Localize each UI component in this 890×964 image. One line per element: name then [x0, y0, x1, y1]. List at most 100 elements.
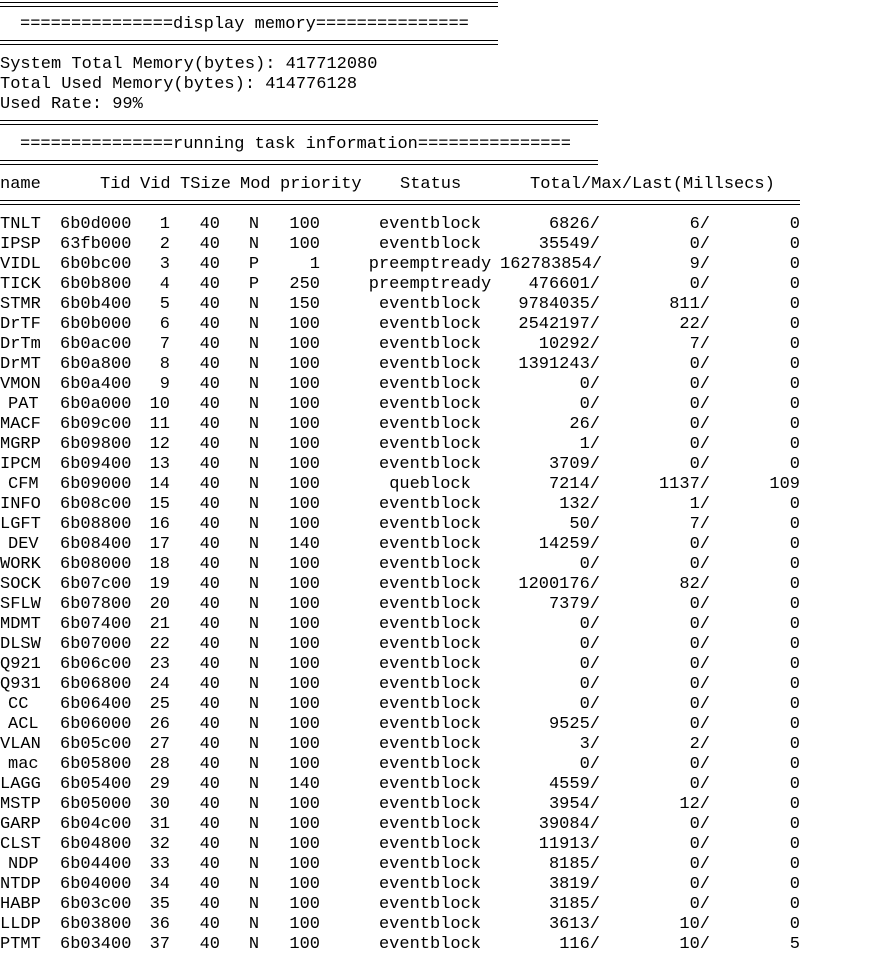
task-last: 0: [789, 855, 800, 874]
task-vid: 17: [149, 535, 170, 554]
task-mod: N: [248, 855, 260, 874]
task-total: 7214/: [548, 475, 600, 494]
task-name: VLAN: [0, 735, 41, 754]
task-name: DLSW: [0, 635, 41, 654]
task-name: IPSP: [0, 235, 41, 254]
task-mod: N: [248, 555, 260, 574]
task-tid: 6b08800: [60, 515, 132, 534]
task-vid: 27: [149, 735, 170, 754]
task-total: 1391243/: [518, 355, 600, 374]
task-tid: 6b09800: [60, 435, 132, 454]
task-tsize: 40: [199, 215, 220, 234]
task-max: 0/: [689, 715, 710, 734]
task-name: PTMT: [0, 935, 41, 954]
task-name: LLDP: [0, 915, 41, 934]
task-tsize: 40: [199, 915, 220, 934]
task-tid: 6b03400: [60, 935, 132, 954]
task-status: eventblock: [378, 835, 482, 854]
task-priority: 100: [289, 735, 320, 754]
task-total: 4559/: [548, 775, 600, 794]
task-max: 0/: [689, 675, 710, 694]
task-status: eventblock: [378, 515, 482, 534]
task-mod: N: [248, 675, 260, 694]
task-mod: N: [248, 535, 260, 554]
col-mod: Mod: [240, 175, 271, 194]
task-max: 0/: [689, 435, 710, 454]
task-mod: N: [248, 655, 260, 674]
task-max: 811/: [669, 295, 710, 314]
task-priority: 100: [289, 855, 320, 874]
task-priority: 100: [289, 635, 320, 654]
task-tid: 6b08c00: [60, 495, 132, 514]
task-tsize: 40: [199, 895, 220, 914]
task-tsize: 40: [199, 275, 220, 294]
task-name: NDP: [8, 855, 39, 874]
task-name: Q921: [0, 655, 41, 674]
task-max: 0/: [689, 415, 710, 434]
task-last: 0: [789, 715, 800, 734]
task-last: 0: [789, 215, 800, 234]
task-tsize: 40: [199, 435, 220, 454]
task-vid: 6: [159, 315, 170, 334]
task-max: 0/: [689, 655, 710, 674]
task-tsize: 40: [199, 775, 220, 794]
task-tsize: 40: [199, 615, 220, 634]
task-priority: 100: [289, 495, 320, 514]
task-tid: 6b03800: [60, 915, 132, 934]
task-last: 0: [789, 595, 800, 614]
task-tid: 6b0a400: [60, 375, 132, 394]
task-priority: 100: [289, 715, 320, 734]
task-tid: 6b0b400: [60, 295, 132, 314]
task-status: eventblock: [378, 555, 482, 574]
task-tsize: 40: [199, 875, 220, 894]
task-mod: N: [248, 495, 260, 514]
task-vid: 1: [159, 215, 170, 234]
task-max: 0/: [689, 355, 710, 374]
task-tid: 6b05000: [60, 795, 132, 814]
task-priority: 100: [289, 475, 320, 494]
task-last: 0: [789, 235, 800, 254]
rule-top: [0, 2, 498, 7]
task-last: 0: [789, 895, 800, 914]
task-mod: N: [248, 895, 260, 914]
task-tsize: 40: [199, 575, 220, 594]
task-total: 14259/: [538, 535, 600, 554]
task-name: MDMT: [0, 615, 41, 634]
task-last: 0: [789, 875, 800, 894]
task-priority: 100: [289, 515, 320, 534]
task-mod: N: [248, 215, 260, 234]
task-status: eventblock: [378, 615, 482, 634]
col-tid: Tid: [100, 175, 131, 194]
task-status: eventblock: [378, 295, 482, 314]
task-tsize: 40: [199, 695, 220, 714]
task-tid: 6b09400: [60, 455, 132, 474]
task-tid: 6b06400: [60, 695, 132, 714]
terminal-output: ===============display memory===========…: [0, 0, 890, 964]
task-tid: 6b08000: [60, 555, 132, 574]
task-tsize: 40: [199, 795, 220, 814]
task-last: 0: [789, 415, 800, 434]
task-vid: 4: [159, 275, 170, 294]
tasks-header: ===============running task information=…: [20, 135, 571, 154]
total-used-memory: Total Used Memory(bytes): 414776128: [0, 75, 358, 94]
task-mod: N: [248, 335, 260, 354]
task-status: eventblock: [378, 675, 482, 694]
task-status: preemptready: [368, 275, 492, 294]
task-last: 0: [789, 515, 800, 534]
task-tsize: 40: [199, 355, 220, 374]
task-vid: 10: [149, 395, 170, 414]
task-mod: N: [248, 615, 260, 634]
task-tid: 6b05800: [60, 755, 132, 774]
task-name: SFLW: [0, 595, 41, 614]
task-tid: 6b07400: [60, 615, 132, 634]
task-vid: 33: [149, 855, 170, 874]
task-max: 12/: [679, 795, 710, 814]
task-tid: 6b0a000: [60, 395, 132, 414]
rule-tasks-top: [0, 120, 598, 125]
task-mod: N: [248, 875, 260, 894]
task-priority: 100: [289, 875, 320, 894]
task-max: 0/: [689, 755, 710, 774]
task-tid: 6b0b000: [60, 315, 132, 334]
task-status: eventblock: [378, 755, 482, 774]
task-tsize: 40: [199, 655, 220, 674]
